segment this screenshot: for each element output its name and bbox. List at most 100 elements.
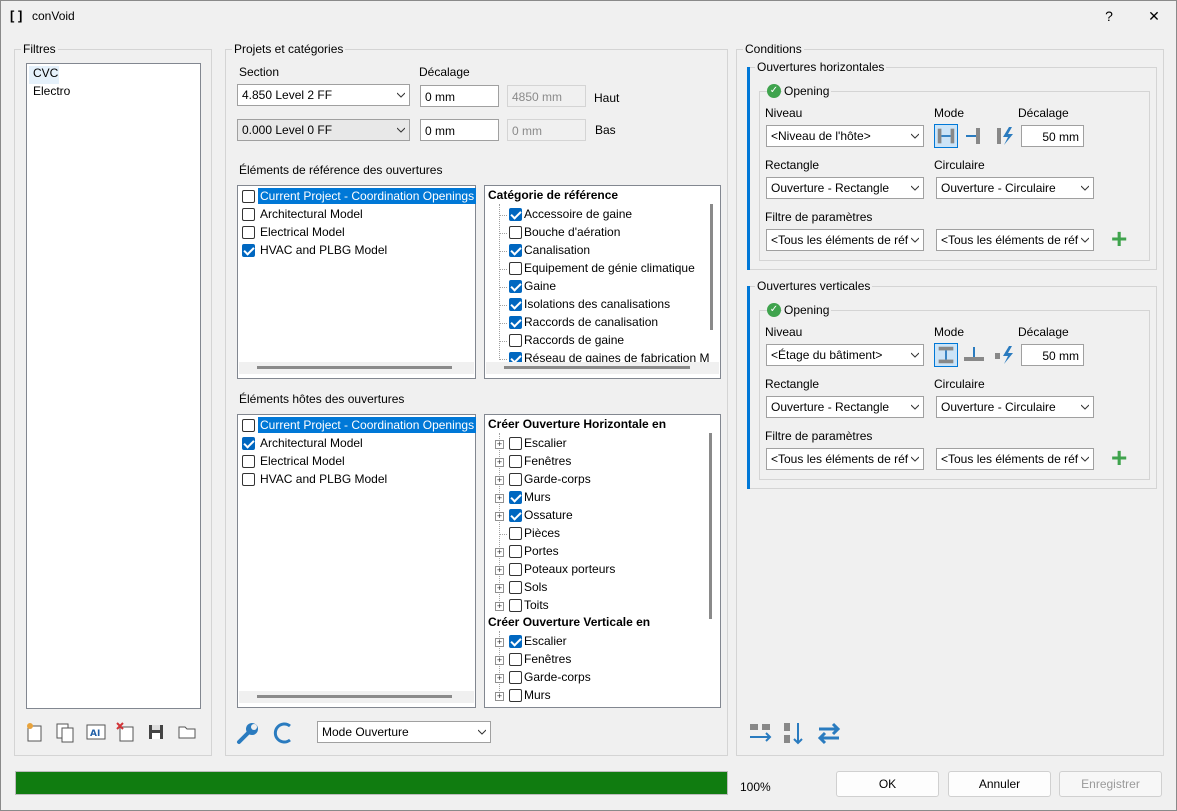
checkbox[interactable] — [509, 689, 522, 702]
mode-bolt-icon[interactable] — [993, 124, 1017, 148]
refresh-icon[interactable] — [270, 720, 296, 746]
expand-icon[interactable]: + — [495, 548, 504, 557]
v-filter2-combo[interactable]: <Tous les éléments de réf — [936, 448, 1094, 470]
mode-horizontal-single-icon[interactable] — [962, 124, 986, 148]
expand-icon[interactable]: + — [495, 566, 504, 575]
checkbox[interactable] — [509, 581, 522, 594]
cancel-button[interactable]: Annuler — [948, 771, 1051, 797]
checkbox[interactable] — [509, 527, 522, 540]
ref-models-list[interactable]: Current Project - Coordination Openings A… — [237, 185, 477, 379]
top-section-combo[interactable]: 4.850 Level 2 FF — [237, 84, 410, 106]
ref-category-tree-item[interactable]: Gaine — [485, 278, 705, 296]
ref-category-tree-item[interactable]: Raccords de canalisation — [485, 314, 705, 332]
checkbox[interactable] — [509, 244, 522, 257]
host-horizontal-tree-item[interactable]: + Fenêtres — [485, 453, 705, 471]
h-add-filter-icon[interactable]: + — [1111, 225, 1127, 253]
bottom-offset-input[interactable]: 0 mm — [420, 119, 499, 141]
expand-icon[interactable]: + — [495, 512, 504, 521]
v-niveau-combo[interactable]: <Étage du bâtiment> — [766, 344, 924, 366]
checkbox[interactable] — [509, 455, 522, 468]
mode-combo[interactable]: Mode Ouverture — [317, 721, 491, 743]
v-offset-input[interactable]: 50 mm — [1021, 344, 1084, 366]
filter-item-cvc[interactable]: CVC — [29, 66, 59, 84]
mode-bolt-icon[interactable] — [993, 343, 1017, 367]
ref-categories-vscroll[interactable] — [710, 204, 713, 330]
help-button[interactable]: ? — [1089, 1, 1129, 31]
ref-category-tree-item[interactable]: Equipement de génie climatique — [485, 260, 705, 278]
ref-categories-tree[interactable]: Catégorie de référence Accessoire de gai… — [484, 185, 721, 379]
new-filter-icon[interactable] — [24, 721, 46, 743]
ref-category-tree-item[interactable]: Bouche d'aération — [485, 224, 705, 242]
checkbox[interactable] — [242, 437, 255, 450]
h-rect-combo[interactable]: Ouverture - Rectangle — [766, 177, 924, 199]
checkbox[interactable] — [509, 635, 522, 648]
checkbox[interactable] — [509, 316, 522, 329]
ref-category-tree-item[interactable]: Isolations des canalisations — [485, 296, 705, 314]
ok-button[interactable]: OK — [836, 771, 939, 797]
expand-icon[interactable]: + — [495, 656, 504, 665]
host-horizontal-tree-item[interactable]: + Ossature — [485, 507, 705, 525]
h-circ-combo[interactable]: Ouverture - Circulaire — [936, 177, 1094, 199]
ref-models-scrollbar[interactable] — [239, 362, 474, 374]
v-rect-combo[interactable]: Ouverture - Rectangle — [766, 396, 924, 418]
checkbox[interactable] — [509, 671, 522, 684]
expand-icon[interactable]: + — [495, 584, 504, 593]
expand-icon[interactable]: + — [495, 440, 504, 449]
checkbox[interactable] — [509, 653, 522, 666]
h-offset-input[interactable]: 50 mm — [1021, 125, 1084, 147]
expand-icon[interactable]: + — [495, 692, 504, 701]
host-vertical-tree-item[interactable]: + Fenêtres — [485, 651, 705, 669]
delete-filter-icon[interactable] — [115, 721, 137, 743]
checkbox[interactable] — [242, 226, 255, 239]
checkbox[interactable] — [509, 509, 522, 522]
checkbox[interactable] — [509, 491, 522, 504]
wrench-icon[interactable] — [235, 720, 261, 746]
ref-category-tree-item[interactable]: Raccords de gaine — [485, 332, 705, 350]
checkbox[interactable] — [509, 280, 522, 293]
expand-icon[interactable]: + — [495, 476, 504, 485]
host-models-list[interactable]: Current Project - Coordination Openings A… — [237, 414, 477, 708]
h-filter1-combo[interactable]: <Tous les éléments de réf — [766, 229, 924, 251]
host-horizontal-tree-item[interactable]: + Escalier — [485, 435, 705, 453]
host-horizontal-tree-item[interactable]: + Toits — [485, 597, 705, 615]
expand-icon[interactable]: + — [495, 674, 504, 683]
rename-filter-icon[interactable]: AI — [85, 721, 107, 743]
host-vertical-tree-item[interactable]: + Garde-corps — [485, 669, 705, 687]
host-horizontal-tree-item[interactable]: + Portes — [485, 543, 705, 561]
host-horizontal-tree-item[interactable]: + Murs — [485, 489, 705, 507]
ref-category-tree-item[interactable]: Canalisation — [485, 242, 705, 260]
host-horizontal-tree-item[interactable]: + Garde-corps — [485, 471, 705, 489]
vertical-swap-icon[interactable] — [781, 720, 807, 746]
host-categories-vscroll[interactable] — [709, 433, 712, 619]
checkbox[interactable] — [509, 334, 522, 347]
save-button[interactable]: Enregistrer — [1059, 771, 1162, 797]
close-button[interactable]: ✕ — [1134, 1, 1174, 31]
h-niveau-combo[interactable]: <Niveau de l'hôte> — [766, 125, 924, 147]
checkbox[interactable] — [509, 298, 522, 311]
checkbox[interactable] — [509, 563, 522, 576]
mode-vertical-single-icon[interactable] — [962, 343, 986, 367]
v-filter1-combo[interactable]: <Tous les éléments de réf — [766, 448, 924, 470]
expand-icon[interactable]: + — [495, 638, 504, 647]
checkbox[interactable] — [509, 545, 522, 558]
save-filter-icon[interactable] — [145, 721, 167, 743]
checkbox[interactable] — [242, 208, 255, 221]
mode-vertical-both-icon[interactable] — [934, 343, 958, 367]
ref-category-tree-item[interactable]: Accessoire de gaine — [485, 206, 705, 224]
host-models-scrollbar[interactable] — [239, 691, 474, 703]
host-horizontal-tree-item[interactable]: Pièces — [485, 525, 705, 543]
expand-icon[interactable]: + — [495, 602, 504, 611]
checkbox[interactable] — [509, 226, 522, 239]
checkbox[interactable] — [242, 473, 255, 486]
host-vertical-tree-item[interactable]: + Murs — [485, 687, 705, 705]
mode-horizontal-both-icon[interactable] — [934, 124, 958, 148]
checkbox[interactable] — [509, 208, 522, 221]
host-categories-tree[interactable]: Créer Ouverture Horizontale en + Escalier… — [484, 414, 721, 708]
checkbox[interactable] — [242, 419, 255, 432]
checkbox[interactable] — [509, 473, 522, 486]
expand-icon[interactable]: + — [495, 494, 504, 503]
host-horizontal-tree-item[interactable]: + Poteaux porteurs — [485, 561, 705, 579]
v-add-filter-icon[interactable]: + — [1111, 444, 1127, 472]
ref-categories-hscroll[interactable] — [486, 362, 719, 374]
host-horizontal-tree-item[interactable]: + Sols — [485, 579, 705, 597]
